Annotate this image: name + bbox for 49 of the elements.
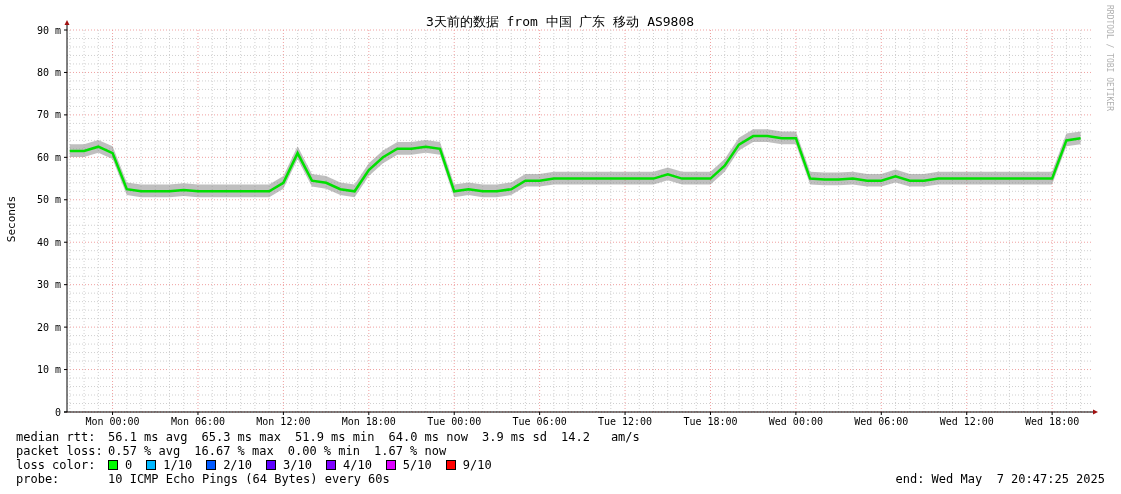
axis-title: Seconds xyxy=(5,195,18,243)
y-tick-label: 60 m xyxy=(36,151,61,163)
stat-value: 16.67 % max xyxy=(194,444,274,458)
x-tick-label: Mon 00:00 xyxy=(85,416,140,427)
legend-label: probe: xyxy=(16,472,61,486)
x-tick-label: Tue 00:00 xyxy=(427,416,482,427)
stat-value: 14.2 xyxy=(560,430,590,444)
x-tick-label: Tue 06:00 xyxy=(512,416,567,427)
stat-value: am/s xyxy=(610,430,640,444)
stat-value: 3.9 ms sd xyxy=(481,430,547,444)
legend-label: 9/10 xyxy=(462,458,492,472)
end-time: end: Wed May 7 20:47:25 2025 xyxy=(895,472,1105,486)
stat-value: 0.00 % min xyxy=(287,444,360,458)
credit-text: RRDTOOL / TOBI OETIKER xyxy=(1105,5,1114,111)
legend-label: 4/10 xyxy=(342,458,372,472)
y-tick-label: 20 m xyxy=(36,321,61,333)
legend-label: 5/10 xyxy=(402,458,432,472)
x-tick-label: Wed 18:00 xyxy=(1025,416,1080,427)
x-tick-label: Wed 06:00 xyxy=(854,416,909,427)
stat-value: 0.57 % avg xyxy=(108,444,181,458)
x-tick-label: Mon 18:00 xyxy=(341,416,396,427)
legend-label: 1/10 xyxy=(163,458,193,472)
x-tick-label: Wed 12:00 xyxy=(939,416,994,427)
y-tick-label: 30 m xyxy=(36,279,61,291)
y-tick-label: 50 m xyxy=(36,194,61,206)
x-tick-label: Mon 06:00 xyxy=(170,416,226,427)
y-tick-label: 70 m xyxy=(36,109,61,121)
chart-title: 3天前的数据 from 中国 广东 移动 AS9808 xyxy=(425,14,695,29)
stat-value: 51.9 ms min xyxy=(294,430,375,444)
x-tick-label: Tue 18:00 xyxy=(683,416,738,427)
probe-text: 10 ICMP Echo Pings (64 Bytes) every 60s xyxy=(108,472,390,486)
x-tick-label: Mon 12:00 xyxy=(256,416,311,427)
y-tick-label: 90 m xyxy=(36,24,61,36)
legend-label: median rtt: xyxy=(16,430,97,444)
legend-label: packet loss: xyxy=(16,444,104,458)
y-tick-label: 0 xyxy=(54,406,61,418)
stat-value: 65.3 ms max xyxy=(201,430,281,444)
stat-value: 64.0 ms now xyxy=(388,430,468,444)
stat-value: 1.67 % now xyxy=(374,444,447,458)
x-tick-label: Wed 00:00 xyxy=(768,416,823,427)
legend-label: 3/10 xyxy=(283,458,312,472)
legend-label: 0 xyxy=(125,458,133,472)
legend-label: 2/10 xyxy=(223,458,253,472)
y-tick-label: 80 m xyxy=(36,66,61,78)
x-tick-label: Tue 12:00 xyxy=(597,416,653,427)
legend-label: loss color: xyxy=(16,458,97,472)
y-tick-label: 10 m xyxy=(36,364,61,376)
stat-value: 56.1 ms avg xyxy=(108,430,188,444)
y-tick-label: 40 m xyxy=(36,236,61,248)
